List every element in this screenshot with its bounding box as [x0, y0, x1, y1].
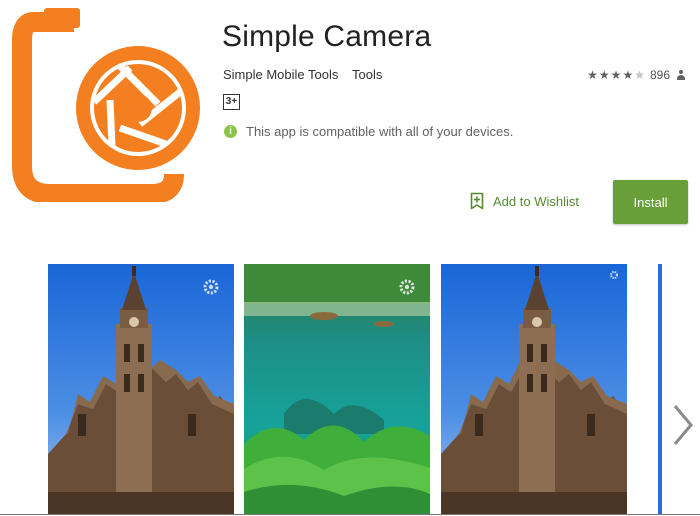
star-icon: ★ [634, 68, 646, 82]
star-icon: ★ [610, 68, 623, 82]
divider [0, 514, 700, 515]
compatibility-notice: i This app is compatible with all of you… [224, 124, 513, 139]
compatibility-text: This app is compatible with all of your … [246, 124, 514, 139]
app-title: Simple Camera [222, 20, 432, 53]
info-icon: i [224, 125, 237, 138]
star-icon: ★ [622, 68, 635, 82]
screenshot-3[interactable] [441, 264, 627, 514]
star-icon: ★ [598, 68, 611, 82]
person-icon [676, 69, 686, 81]
screenshot-carousel [48, 264, 700, 514]
bookmark-plus-icon [470, 192, 484, 210]
screenshot-1[interactable] [48, 264, 234, 514]
screenshot-4[interactable] [658, 264, 700, 514]
developer-link[interactable]: Simple Mobile Tools [223, 67, 338, 82]
add-to-wishlist-button[interactable]: Add to Wishlist [470, 192, 579, 210]
rating-count: 896 [649, 68, 670, 82]
category-link[interactable]: Tools [352, 67, 382, 82]
screenshot-2[interactable] [244, 264, 430, 514]
wishlist-label: Add to Wishlist [493, 193, 579, 209]
rating-summary: ★★★★★ 896 [587, 68, 686, 82]
app-logo-icon [12, 8, 200, 202]
star-rating: ★★★★★ [587, 68, 646, 82]
star-icon: ★ [587, 68, 599, 82]
chevron-right-icon[interactable] [670, 402, 696, 448]
install-button[interactable]: Install [613, 180, 688, 224]
content-rating-badge: 3+ [223, 94, 240, 110]
